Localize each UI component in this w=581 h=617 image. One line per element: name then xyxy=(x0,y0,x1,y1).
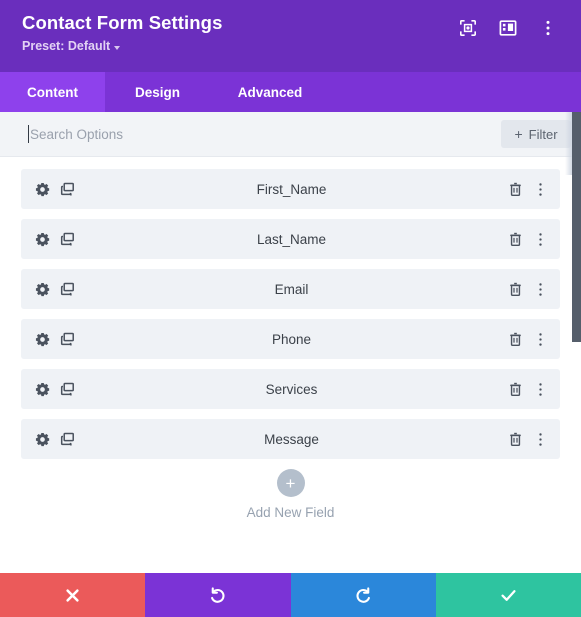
modal-footer xyxy=(0,573,581,617)
undo-button[interactable] xyxy=(145,573,291,617)
page-title: Contact Form Settings xyxy=(22,12,223,33)
field-label: Message xyxy=(264,431,319,447)
check-icon xyxy=(499,586,518,605)
text-cursor xyxy=(28,125,29,143)
add-new-field-label: Add New Field xyxy=(246,505,335,520)
table-row[interactable]: Phone xyxy=(21,319,560,359)
row-right-actions xyxy=(478,332,548,347)
more-vertical-icon[interactable] xyxy=(533,332,548,347)
preset-selector[interactable]: Preset: Default xyxy=(22,39,222,54)
header-title-block: Contact Form Settings Preset: Default xyxy=(22,12,222,54)
row-left-actions xyxy=(35,182,105,197)
trash-icon[interactable] xyxy=(508,282,523,297)
filter-button[interactable]: + Filter xyxy=(501,120,571,148)
gear-icon[interactable] xyxy=(35,232,50,247)
duplicate-icon[interactable] xyxy=(60,382,75,397)
trash-icon[interactable] xyxy=(508,332,523,347)
chevron-down-icon xyxy=(114,45,121,50)
modal-header: Contact Form Settings Preset: Default xyxy=(0,0,581,72)
row-right-actions xyxy=(478,282,548,297)
field-label: Services xyxy=(265,381,318,397)
row-right-actions xyxy=(478,432,548,447)
more-vertical-icon[interactable] xyxy=(533,382,548,397)
search-input[interactable] xyxy=(22,126,501,142)
trash-icon[interactable] xyxy=(508,432,523,447)
gear-icon[interactable] xyxy=(35,282,50,297)
duplicate-icon[interactable] xyxy=(60,232,75,247)
gear-icon[interactable] xyxy=(35,182,50,197)
header-actions xyxy=(459,19,561,37)
row-left-actions xyxy=(35,282,105,297)
row-right-actions xyxy=(478,382,548,397)
trash-icon[interactable] xyxy=(508,382,523,397)
table-row[interactable]: Message xyxy=(21,419,560,459)
table-row[interactable]: Email xyxy=(21,269,560,309)
table-row[interactable]: First_Name xyxy=(21,169,560,209)
field-label: Email xyxy=(274,281,309,297)
close-icon xyxy=(64,587,81,604)
search-toolbar: + Filter xyxy=(0,112,581,157)
more-vertical-icon[interactable] xyxy=(539,19,557,37)
more-vertical-icon[interactable] xyxy=(533,432,548,447)
gear-icon[interactable] xyxy=(35,382,50,397)
row-left-actions xyxy=(35,382,105,397)
trash-icon[interactable] xyxy=(508,182,523,197)
duplicate-icon[interactable] xyxy=(60,282,75,297)
duplicate-icon[interactable] xyxy=(60,432,75,447)
gear-icon[interactable] xyxy=(35,332,50,347)
row-left-actions xyxy=(35,432,105,447)
search-input-wrapper xyxy=(22,112,501,156)
table-row[interactable]: Last_Name xyxy=(21,219,560,259)
row-left-actions xyxy=(35,232,105,247)
scrollbar-track[interactable] xyxy=(572,112,581,573)
cancel-button[interactable] xyxy=(0,573,146,617)
field-list-panel: First_Name Last_Name Email Phone Service… xyxy=(0,157,581,573)
preset-label: Preset: Default xyxy=(22,39,111,53)
redo-button[interactable] xyxy=(290,573,436,617)
contact-form-settings-modal: Contact Form Settings Preset: Default Co… xyxy=(0,0,581,617)
trash-icon[interactable] xyxy=(508,232,523,247)
filter-button-label: Filter xyxy=(528,126,558,142)
field-label: First_Name xyxy=(256,181,327,197)
gear-icon[interactable] xyxy=(35,432,50,447)
row-left-actions xyxy=(35,332,105,347)
plus-icon: + xyxy=(276,469,305,497)
layout-panel-icon[interactable] xyxy=(499,19,517,37)
plus-icon: + xyxy=(514,126,523,142)
field-label: Phone xyxy=(271,331,312,347)
tab-bar: Content Design Advanced xyxy=(0,72,581,112)
tab-content[interactable]: Content xyxy=(0,72,105,112)
scrollbar-thumb[interactable] xyxy=(572,112,581,342)
scroll-shadow xyxy=(565,112,572,175)
row-right-actions xyxy=(478,182,548,197)
more-vertical-icon[interactable] xyxy=(533,232,548,247)
focus-target-icon[interactable] xyxy=(459,19,477,37)
tab-advanced[interactable]: Advanced xyxy=(210,72,330,112)
undo-icon xyxy=(208,586,227,605)
save-button[interactable] xyxy=(435,573,581,617)
redo-icon xyxy=(354,586,373,605)
more-vertical-icon[interactable] xyxy=(533,282,548,297)
more-vertical-icon[interactable] xyxy=(533,182,548,197)
table-row[interactable]: Services xyxy=(21,369,560,409)
duplicate-icon[interactable] xyxy=(60,182,75,197)
add-new-field-button[interactable]: + Add New Field xyxy=(21,469,560,520)
field-label: Last_Name xyxy=(256,231,327,247)
tab-design[interactable]: Design xyxy=(105,72,210,112)
duplicate-icon[interactable] xyxy=(60,332,75,347)
row-right-actions xyxy=(478,232,548,247)
